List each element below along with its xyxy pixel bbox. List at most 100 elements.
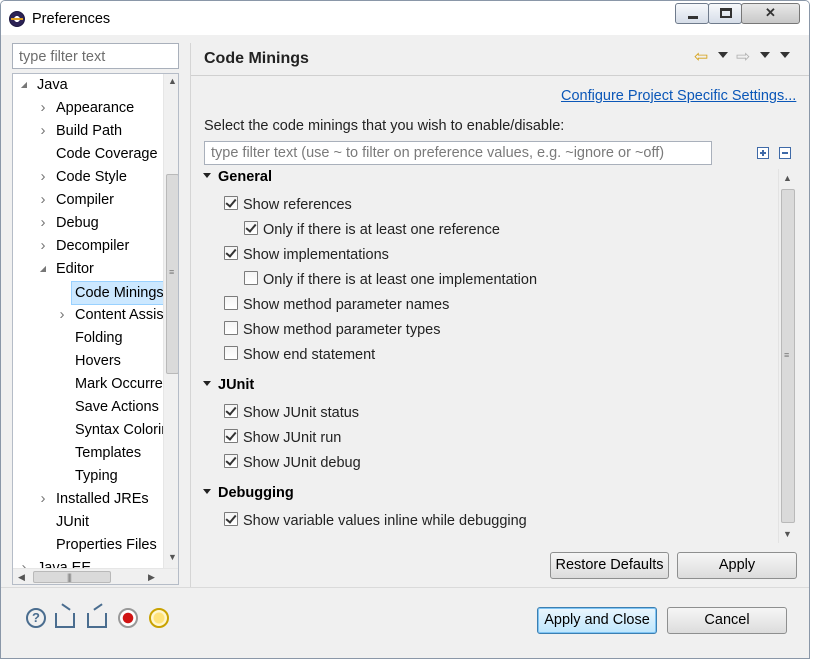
preferences-tree[interactable]: ◢ Java › Appearance › Build Path Code Coverage…	[12, 73, 179, 585]
option-checkbox[interactable]	[224, 429, 238, 444]
twisty-collapsed-icon[interactable]: ›	[38, 166, 48, 188]
help-icon[interactable]: ?	[26, 608, 46, 628]
close-button[interactable]: ✕	[741, 3, 800, 24]
tree-item-label: Appearance	[56, 100, 135, 116]
option-row[interactable]: Show JUnit debug	[224, 454, 361, 477]
tree-horizontal-scrollbar[interactable]: ◀ ||| ▶	[13, 568, 178, 584]
cancel-button[interactable]: Cancel	[667, 607, 787, 634]
option-checkbox[interactable]	[224, 404, 238, 419]
export-icon[interactable]	[87, 613, 107, 628]
option-label: Show JUnit debug	[243, 455, 361, 471]
section-title: General	[218, 169, 272, 185]
tree-item-label: Hovers	[75, 353, 121, 369]
options-scroll-up-icon[interactable]: ▲	[779, 173, 796, 183]
sidebar-filter-input[interactable]: type filter text	[12, 43, 179, 69]
option-label: Show JUnit run	[243, 430, 342, 446]
option-row[interactable]: Show references	[224, 196, 352, 219]
option-row[interactable]: Show variable values inline while debugg…	[224, 512, 527, 535]
option-checkbox[interactable]	[224, 246, 238, 261]
option-row[interactable]: Show JUnit run	[224, 429, 342, 452]
maximize-icon	[720, 8, 732, 18]
option-label: Show JUnit status	[243, 405, 360, 421]
forward-dropdown-icon[interactable]	[760, 52, 770, 58]
twisty-collapsed-icon[interactable]: ›	[38, 488, 48, 510]
tree-item-label: Debug	[56, 215, 99, 231]
option-row[interactable]: Show method parameter types	[224, 321, 441, 344]
tree-hscroll-thumb[interactable]	[33, 571, 111, 583]
option-row[interactable]: Show end statement	[224, 346, 375, 369]
tree-item-label: Code Style	[56, 169, 127, 185]
option-checkbox[interactable]	[224, 321, 238, 336]
option-checkbox[interactable]	[224, 196, 238, 211]
tree-item-label: Typing	[75, 468, 118, 484]
view-menu-icon[interactable]	[780, 52, 790, 58]
option-checkbox[interactable]	[224, 512, 238, 527]
eclipse-app-icon	[9, 11, 25, 27]
option-checkbox[interactable]	[244, 221, 258, 236]
import-icon[interactable]	[55, 613, 75, 628]
option-checkbox[interactable]	[224, 346, 238, 361]
twisty-expanded-icon[interactable]: ◢	[19, 74, 29, 96]
record-icon[interactable]	[118, 608, 138, 628]
intro-text: Select the code minings that you wish to…	[204, 118, 565, 134]
options-scroll-down-icon[interactable]: ▼	[779, 529, 796, 539]
back-dropdown-icon[interactable]	[718, 52, 728, 58]
lightbulb-icon[interactable]	[149, 608, 169, 628]
option-row[interactable]: Only if there is at least one reference	[244, 221, 500, 244]
twisty-collapsed-icon[interactable]: ›	[38, 212, 48, 234]
twisty-collapsed-icon[interactable]: ›	[38, 189, 48, 211]
tree-item-label: Java	[37, 77, 68, 93]
section-header[interactable]: General	[203, 169, 272, 191]
tree-vertical-scrollbar[interactable]: ▲ ≡ ▼	[163, 74, 178, 568]
configure-project-settings-link[interactable]: Configure Project Specific Settings...	[561, 88, 796, 104]
hscroll-grip-icon: |||	[67, 572, 72, 582]
tree-item-label: Folding	[75, 330, 123, 346]
scroll-up-arrow-icon[interactable]: ▲	[164, 76, 178, 86]
scroll-left-arrow-icon[interactable]: ◀	[13, 572, 30, 583]
collapse-all-icon[interactable]	[779, 147, 791, 159]
maximize-button[interactable]	[708, 3, 742, 24]
apply-button[interactable]: Apply	[677, 552, 797, 579]
option-row[interactable]: Show implementations	[224, 246, 389, 269]
twisty-collapsed-icon[interactable]: ›	[38, 97, 48, 119]
close-icon: ✕	[765, 5, 776, 20]
tree-item-label: Build Path	[56, 123, 123, 139]
scroll-down-arrow-icon[interactable]: ▼	[164, 552, 178, 562]
minimize-icon	[688, 16, 698, 19]
page-header: Code Minings ⇦ ⇨	[191, 43, 809, 76]
restore-defaults-button[interactable]: Restore Defaults	[550, 552, 669, 579]
section-header[interactable]: JUnit	[203, 377, 254, 399]
expand-all-icon[interactable]	[757, 147, 769, 159]
option-row[interactable]: Only if there is at least one implementa…	[244, 271, 537, 294]
twisty-collapsed-icon[interactable]: ›	[38, 120, 48, 142]
preferences-window: Preferences ✕ type filter text ◢ Java › App…	[0, 0, 810, 659]
section-expanded-icon[interactable]	[203, 488, 211, 494]
section-expanded-icon[interactable]	[203, 380, 211, 386]
twisty-collapsed-icon[interactable]: ›	[38, 235, 48, 257]
preference-filter-input[interactable]: type filter text (use ~ to filter on pre…	[204, 141, 712, 165]
section-header[interactable]: Debugging	[203, 485, 294, 507]
option-row[interactable]: Show method parameter names	[224, 296, 450, 319]
option-label: Show method parameter types	[243, 322, 441, 338]
option-label: Show method parameter names	[243, 297, 450, 313]
forward-arrow-icon[interactable]: ⇨	[736, 47, 750, 67]
option-checkbox[interactable]	[224, 454, 238, 469]
back-arrow-icon[interactable]: ⇦	[694, 47, 708, 67]
option-checkbox[interactable]	[244, 271, 258, 286]
tree-item-label: Properties Files	[56, 537, 157, 553]
twisty-expanded-icon[interactable]: ◢	[38, 258, 48, 280]
preference-page: Code Minings ⇦ ⇨ Configure Project Speci…	[190, 43, 809, 587]
option-checkbox[interactable]	[224, 296, 238, 311]
options-vertical-scrollbar[interactable]: ▲ ≡ ▼	[778, 169, 796, 543]
option-row[interactable]: Show JUnit status	[224, 404, 360, 427]
apply-and-close-button[interactable]: Apply and Close	[537, 607, 657, 634]
tree-item-label: Installed JREs	[56, 491, 149, 507]
twisty-collapsed-icon[interactable]: ›	[57, 304, 67, 326]
scroll-right-arrow-icon[interactable]: ▶	[143, 572, 160, 583]
section-title: Debugging	[218, 485, 294, 501]
section-title: JUnit	[218, 377, 255, 393]
minimize-button[interactable]	[675, 3, 709, 24]
tree-item-label: Decompiler	[56, 238, 130, 254]
tree-item-label: Compiler	[56, 192, 115, 208]
section-expanded-icon[interactable]	[203, 172, 211, 178]
